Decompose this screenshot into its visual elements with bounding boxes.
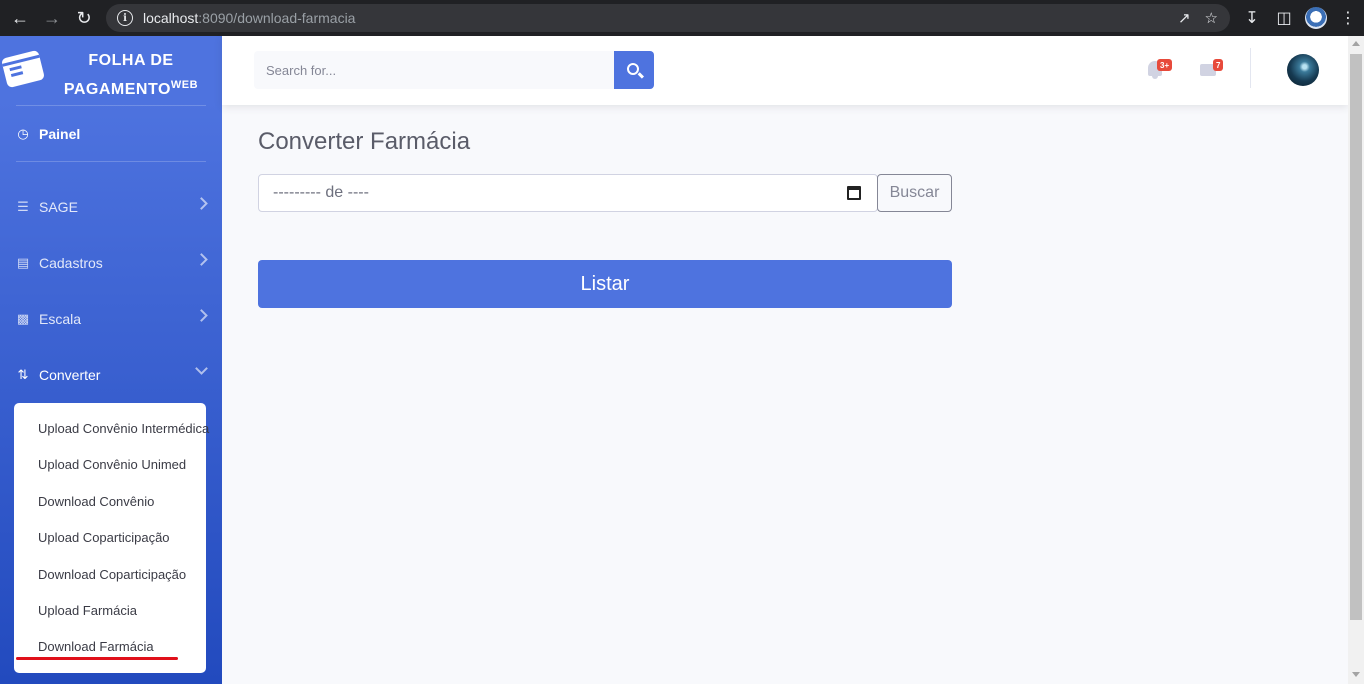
sidebar-item-painel[interactable]: ◷ Painel: [0, 116, 222, 152]
url-text[interactable]: localhost:8090/download-farmacia: [143, 10, 355, 26]
submenu-item-upload-convenio-intermedica[interactable]: Upload Convênio Intermédica: [38, 421, 209, 436]
sidebar-item-label: Cadastros: [39, 255, 103, 271]
brand-line1: FOLHA DE: [88, 52, 174, 69]
sidebar-item-label: Escala: [39, 311, 82, 327]
converter-submenu: Upload Convênio Intermédica Upload Convê…: [14, 403, 209, 673]
sidebar-item-escala[interactable]: ▩ Escala: [0, 301, 222, 337]
submenu-item-upload-coparticipacao[interactable]: Upload Coparticipação: [38, 530, 170, 545]
browser-toolbar: ← → ↻ i localhost:8090/download-farmacia…: [0, 0, 1364, 36]
topbar: Search for... 3+ 7: [222, 36, 1348, 105]
retweet-icon: ⇅: [17, 367, 29, 382]
card-icon: [0, 49, 46, 89]
sidebar-item-label: Converter: [39, 367, 101, 383]
avatar[interactable]: [1287, 54, 1319, 86]
file-icon: ▤: [16, 255, 30, 270]
share-icon[interactable]: ↗: [1178, 9, 1191, 27]
side-panel-icon[interactable]: ◫: [1268, 0, 1300, 36]
chevron-right-icon: [195, 253, 208, 266]
scroll-up-icon[interactable]: [1352, 41, 1360, 46]
address-bar[interactable]: i localhost:8090/download-farmacia ↗ ☆: [106, 4, 1230, 32]
messages-badge: 7: [1213, 59, 1224, 71]
page-title: Converter Farmácia: [258, 128, 471, 155]
sidebar-item-converter[interactable]: ⇅ Converter: [0, 357, 222, 393]
alerts-badge: 3+: [1157, 59, 1173, 71]
forward-icon[interactable]: →: [36, 0, 68, 36]
calendar-icon[interactable]: [847, 186, 861, 200]
tachometer-icon: ◷: [17, 126, 29, 141]
site-info-icon[interactable]: i: [117, 10, 133, 26]
back-icon[interactable]: ←: [4, 0, 36, 36]
submenu-item-upload-convenio-unimed[interactable]: Upload Convênio Unimed: [38, 457, 186, 472]
chevron-right-icon: [195, 197, 208, 210]
topbar-divider: [1250, 48, 1251, 88]
chevron-down-icon: [195, 362, 208, 375]
listar-button[interactable]: Listar: [258, 260, 952, 308]
profile-icon[interactable]: [1300, 0, 1332, 36]
sidebar-item-label: Painel: [39, 126, 81, 142]
sidebar-item-sage[interactable]: ☰ SAGE: [0, 189, 222, 225]
scroll-thumb[interactable]: [1350, 54, 1362, 620]
page-scrollbar[interactable]: [1348, 36, 1364, 684]
database-icon: ☰: [17, 199, 29, 214]
submenu-item-download-convenio[interactable]: Download Convênio: [38, 494, 154, 509]
sidebar-item-cadastros[interactable]: ▤ Cadastros: [0, 245, 222, 281]
chevron-right-icon: [195, 309, 208, 322]
brand-line2: PAGAMENTO: [63, 81, 171, 98]
brand-sup: WEB: [170, 79, 199, 91]
sidebar: FOLHA DE PAGAMENTOWEB ◷ Painel ☰ SAGE ▤ …: [0, 36, 222, 684]
menu-icon[interactable]: ⋮: [1332, 0, 1364, 36]
scroll-down-icon[interactable]: [1352, 672, 1360, 677]
search-button[interactable]: [614, 51, 654, 89]
submenu-item-download-coparticipacao[interactable]: Download Coparticipação: [38, 567, 186, 582]
active-item-underline: [16, 657, 178, 660]
reload-icon[interactable]: ↻: [68, 0, 100, 36]
month-placeholder: --------- de ----: [273, 184, 369, 201]
buscar-button[interactable]: Buscar: [877, 174, 952, 212]
submenu-item-download-farmacia[interactable]: Download Farmácia: [38, 639, 154, 654]
url-host: localhost: [143, 10, 199, 26]
search-icon: [627, 63, 639, 75]
brand-title: FOLHA DE PAGAMENTOWEB: [56, 49, 206, 102]
truck-icon: ▩: [16, 311, 30, 326]
submenu-item-upload-farmacia[interactable]: Upload Farmácia: [38, 603, 137, 618]
url-path: :8090/download-farmacia: [198, 10, 356, 26]
download-icon[interactable]: ↧: [1236, 0, 1268, 36]
sidebar-divider: [16, 105, 206, 106]
brand[interactable]: FOLHA DE PAGAMENTOWEB: [0, 36, 222, 106]
sidebar-divider: [16, 161, 206, 162]
sidebar-item-label: SAGE: [39, 199, 78, 215]
star-icon[interactable]: ☆: [1205, 9, 1218, 27]
search-input[interactable]: Search for...: [254, 51, 614, 89]
month-input[interactable]: --------- de ----: [258, 174, 878, 212]
